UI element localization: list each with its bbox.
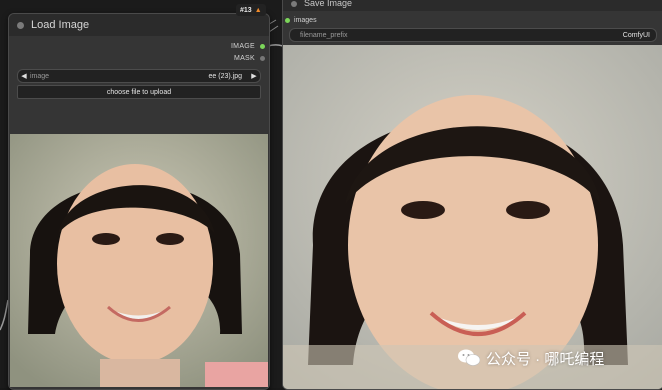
image-output-slot-icon[interactable] — [260, 43, 265, 49]
wechat-icon — [458, 349, 481, 367]
mask-output-slot-icon[interactable] — [260, 55, 265, 61]
load-image-node[interactable]: Load Image IMAGE MASK ◀ image ee (23).jp… — [8, 13, 270, 390]
image-widget-value: ee (23).jpg — [208, 72, 242, 80]
save-image-node[interactable]: Save Image images filename_prefix ComfyU… — [282, 0, 662, 390]
load-image-title-bar[interactable]: Load Image — [9, 14, 269, 36]
saved-image-preview — [283, 45, 662, 389]
input-images[interactable]: images — [283, 14, 662, 26]
save-image-title-bar[interactable]: Save Image — [283, 0, 662, 11]
arrow-left-icon[interactable]: ◀ — [18, 72, 30, 80]
fox-icon: ▲ — [254, 6, 262, 14]
arrow-right-icon[interactable]: ▶ — [248, 72, 260, 80]
output-image[interactable]: IMAGE — [9, 40, 269, 52]
output-mask[interactable]: MASK — [9, 52, 269, 64]
filename-prefix-label: filename_prefix — [300, 31, 348, 39]
watermark: 公众号 · 哪吒编程 — [458, 344, 604, 372]
image-widget-label: image — [30, 72, 50, 80]
filename-prefix-value: ComfyUI — [622, 31, 650, 39]
upload-button[interactable]: choose file to upload — [17, 85, 261, 99]
loaded-image-preview — [10, 134, 268, 387]
watermark-text: 公众号 · 哪吒编程 — [486, 350, 605, 368]
collapse-dot-icon[interactable] — [291, 1, 297, 7]
collapse-dot-icon[interactable] — [17, 21, 24, 29]
load-image-title: Load Image — [31, 19, 90, 31]
node-id-badge: #13 ▲ — [236, 4, 266, 16]
save-image-title: Save Image — [304, 0, 353, 8]
images-input-slot-icon[interactable] — [285, 17, 290, 23]
filename-prefix-widget[interactable]: filename_prefix ComfyUI — [289, 28, 657, 42]
image-combo-widget[interactable]: ◀ image ee (23).jpg ▶ — [17, 69, 261, 83]
